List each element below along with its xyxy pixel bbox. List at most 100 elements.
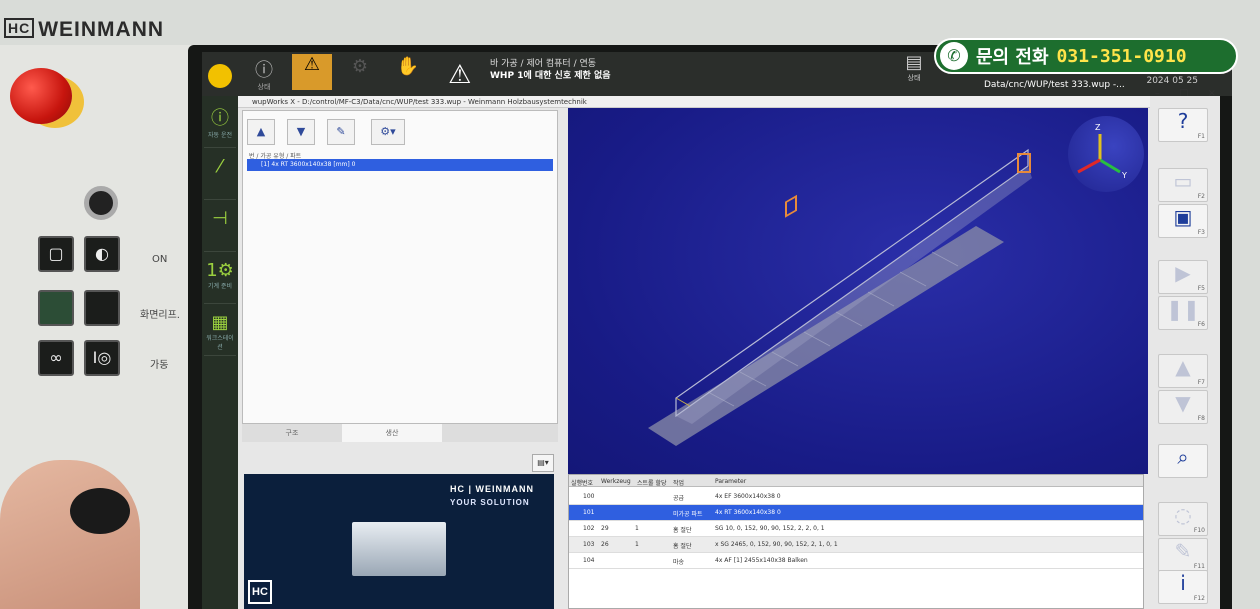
warning-triangle-icon: ⚠: [448, 60, 472, 90]
table-row[interactable]: 101 미가공 파트 4x RT 3600x140x38 0: [569, 505, 1143, 521]
nav-align-icon[interactable]: ⊣: [204, 208, 236, 252]
function-key-label: F10: [1193, 527, 1205, 534]
nav-setup-icon[interactable]: 1⚙ 기계 준비: [204, 260, 236, 304]
zoom-button[interactable]: ⌕: [1158, 444, 1208, 478]
table-row[interactable]: 104 마송 4x AF [1] 2455x140x38 Balken: [569, 553, 1143, 569]
cell-nr: 103: [583, 541, 595, 548]
function-key-label: F8: [1197, 415, 1205, 422]
cell-op: 홈 절단: [673, 527, 692, 534]
cell-strip: 1: [635, 541, 639, 548]
axis-gizmo-svg: Z Y: [1077, 123, 1127, 180]
nav-auto-icon[interactable]: ⓘ 자동 운전: [204, 104, 236, 148]
function-key-label: F2: [1197, 193, 1205, 200]
part-tree-panel: ▲ ▼ ✎ ⚙▾ 번 / 가공 유형 / 파트 [1] 4x RT 3600x1…: [242, 110, 558, 424]
tab-warning-icon[interactable]: ⚠: [292, 54, 332, 90]
panel-button-cycle[interactable]: ∞: [38, 340, 74, 376]
help-icon: ?: [1177, 109, 1189, 133]
move-down-button[interactable]: ▼: [287, 119, 315, 145]
nav-slash-icon[interactable]: ⁄: [204, 156, 236, 200]
move-up-button[interactable]: ▲: [247, 119, 275, 145]
status-button[interactable]: ▤ 상태: [898, 52, 930, 90]
cell-tool: 29: [601, 525, 609, 532]
cell-nr: 101: [583, 509, 595, 516]
reset-view-icon: ◌: [1174, 503, 1192, 527]
function-key-label: F3: [1197, 229, 1205, 236]
panel-button-1[interactable]: ▢: [38, 236, 74, 272]
pause-button[interactable]: ❚❚ F6: [1158, 296, 1208, 330]
tab-machine-icon[interactable]: ⚙: [340, 56, 380, 92]
phone-label: 문의 전화: [976, 47, 1049, 68]
phone-banner: ✆ 문의 전화 031-351-0910: [934, 38, 1238, 74]
wrench-icon: ✎: [1174, 539, 1192, 563]
cell-op: 공급: [673, 495, 685, 502]
save-button[interactable]: ▣ F3: [1158, 204, 1208, 238]
save-icon: ▣: [1173, 205, 1193, 229]
arrow-down-button[interactable]: ▼ F8: [1158, 390, 1208, 424]
tab-structure[interactable]: 구조: [242, 424, 342, 442]
open-folder-icon: ▭: [1173, 169, 1193, 193]
help-button[interactable]: ? F1: [1158, 108, 1208, 142]
operations-table: 실행번호 Werkzeug 스트롤 할당 작업 Parameter 100 공급 4…: [568, 474, 1144, 609]
function-key-label: F12: [1193, 595, 1205, 602]
panel-button-green[interactable]: [38, 290, 74, 326]
beam-3d-model: [648, 148, 1032, 446]
ad-slogan: YOUR SOLUTION: [450, 498, 530, 507]
table-row[interactable]: 100 공급 4x EF 3600x140x38 0: [569, 489, 1143, 505]
pause-icon: ❚❚: [1166, 297, 1200, 321]
cell-param: x SG 2465, 0, 152, 90, 90, 152, 2, 1, 0,…: [715, 541, 838, 548]
tree-selected-item[interactable]: [1] 4x RT 3600x140x38 [mm] 0: [247, 159, 553, 171]
cell-param: SG 10, 0, 152, 90, 90, 152, 2, 2, 0, 1: [715, 525, 825, 532]
arrow-down-icon: ▼: [1175, 391, 1191, 415]
beam-edge-top: [675, 148, 1029, 418]
axis-z-label: Z: [1095, 123, 1101, 132]
nav-workstation-icon[interactable]: ▦ 워크스테이션: [204, 312, 236, 356]
panel-label-screen: 화면리프.: [140, 310, 180, 321]
arrow-up-icon: ▲: [1175, 355, 1191, 379]
table-header: 실행번호 Werkzeug 스트롤 할당 작업 Parameter: [569, 475, 1143, 487]
key-switch[interactable]: [84, 186, 118, 220]
reset-view-button[interactable]: ◌ F10: [1158, 502, 1208, 536]
cell-strip: 1: [635, 525, 639, 532]
zoom-icon: ⌕: [1177, 445, 1189, 469]
cell-param: 4x RT 3600x140x38 0: [715, 509, 781, 516]
wrench-button[interactable]: ✎ F11: [1158, 538, 1208, 572]
tab-hand-icon[interactable]: ✋: [388, 56, 428, 92]
cell-nr: 100: [583, 493, 595, 500]
emergency-stop-button[interactable]: [10, 68, 72, 124]
function-key-label: F6: [1197, 321, 1205, 328]
col-header-op: 작업: [673, 480, 685, 487]
settings-dropdown-button[interactable]: ⚙▾: [371, 119, 405, 145]
function-key-label: F7: [1197, 379, 1205, 386]
cell-op: 미가공 파트: [673, 511, 703, 518]
timestamp: 2024 05 25: [1146, 76, 1198, 86]
function-key-label: F1: [1197, 133, 1205, 140]
panel-button-on[interactable]: ◐: [84, 236, 120, 272]
panel-dropdown-icon[interactable]: ▤▾: [532, 454, 554, 472]
table-row[interactable]: 102 29 1 홈 절단 SG 10, 0, 152, 90, 90, 152, 2,…: [569, 521, 1143, 537]
col-header-nr: 실행번호: [571, 480, 594, 487]
brand-logo: HC WEINMANN: [4, 18, 164, 42]
cell-op: 홈 절단: [673, 543, 692, 550]
tab-production[interactable]: 생산: [342, 424, 442, 442]
cell-param: 4x EF 3600x140x38 0: [715, 493, 781, 500]
play-button[interactable]: ▶ F5: [1158, 260, 1208, 294]
axis-gizmo[interactable]: Z Y: [1068, 116, 1144, 192]
beam-side-face: [676, 166, 1032, 424]
info-button[interactable]: i F12: [1158, 570, 1208, 604]
3d-viewport[interactable]: [568, 108, 1148, 474]
edit-button[interactable]: ✎: [327, 119, 355, 145]
panel-button-dark[interactable]: [84, 290, 120, 326]
function-key-label: F5: [1197, 285, 1205, 292]
cut-marker-middle: [785, 194, 797, 218]
rotary-knob[interactable]: [70, 488, 130, 534]
panel-label-run: 가동: [150, 360, 169, 371]
table-row[interactable]: 103 26 1 홈 절단 x SG 2465, 0, 152, 90, 90, 152…: [569, 537, 1143, 553]
arrow-up-button[interactable]: ▲ F7: [1158, 354, 1208, 388]
col-header-strip: 스트롤 할당: [637, 480, 667, 487]
tab-status-icon[interactable]: ⓘ 상태: [244, 56, 284, 92]
ad-hc-logo: HC: [248, 580, 272, 604]
col-header-tool: Werkzeug: [601, 478, 631, 485]
cell-nr: 102: [583, 525, 595, 532]
open-folder-button[interactable]: ▭ F2: [1158, 168, 1208, 202]
panel-button-start[interactable]: I◎: [84, 340, 120, 376]
